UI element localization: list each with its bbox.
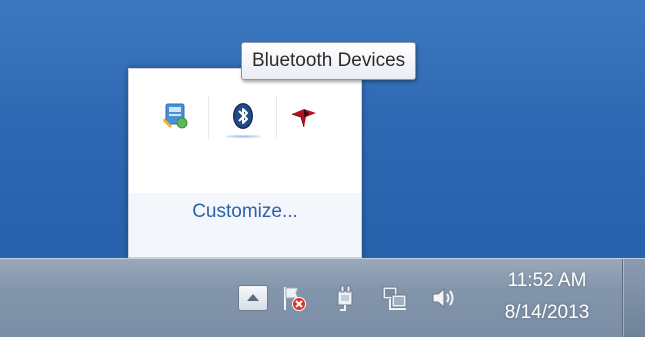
customize-link[interactable]: Customize... [129, 201, 361, 223]
bluetooth-icon[interactable] [228, 101, 258, 131]
taskbar: 11:52 AM 8/14/2013 [0, 258, 645, 337]
icon-separator [208, 95, 209, 139]
icon-separator [276, 95, 277, 139]
volume-icon[interactable] [428, 283, 458, 313]
network-icon[interactable] [380, 283, 410, 313]
bluetooth-tooltip: Bluetooth Devices [241, 42, 417, 80]
show-desktop-button[interactable] [622, 259, 645, 337]
selection-highlight [226, 135, 260, 138]
notification-overflow-popup: Customize... [128, 68, 362, 258]
overflow-icon-row [129, 69, 361, 193]
red-app-icon[interactable] [289, 101, 319, 131]
action-center-flag-icon[interactable] [279, 283, 309, 313]
show-hidden-icons-button[interactable] [238, 285, 268, 311]
power-plug-icon[interactable] [330, 283, 360, 313]
windows-update-icon[interactable] [160, 101, 190, 131]
clock[interactable]: 11:52 AM 8/14/2013 [488, 265, 606, 329]
clock-date: 8/14/2013 [504, 302, 590, 323]
up-arrow-icon [247, 294, 259, 301]
clock-time: 11:52 AM [507, 270, 587, 291]
